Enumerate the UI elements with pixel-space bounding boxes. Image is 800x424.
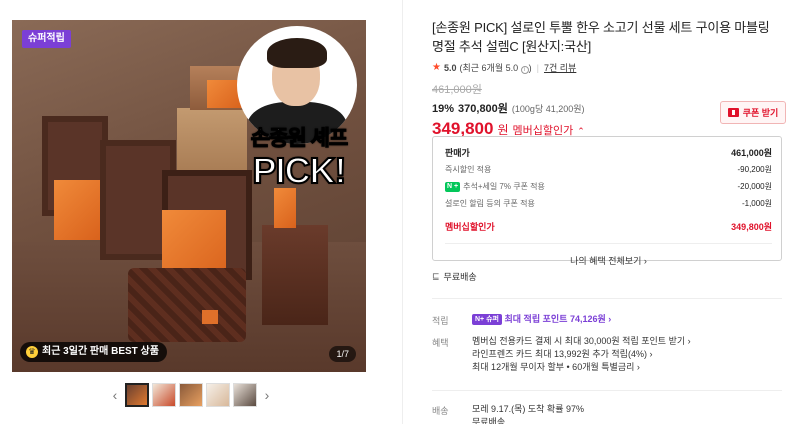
scene-wrapped-gift	[128, 268, 246, 342]
thumbnail-2[interactable]	[152, 383, 176, 407]
discount-line-value: -90,200원	[737, 165, 773, 174]
thumbnail-3[interactable]	[179, 383, 203, 407]
member-total-label: 멤버십할인가	[445, 222, 495, 232]
promo-chef-name: 손종원 셰프	[250, 127, 348, 150]
rating-detail: (최근 6개월 5.0 i)	[459, 63, 532, 74]
best-seller-text: 최근 3일간 판매 BEST 상품	[42, 346, 159, 357]
member-total-value: 349,800원	[731, 222, 772, 232]
product-image-gallery[interactable]: 손종원 셰프 PICK! 슈퍼적립 ♛ 최근 3일간 판매 BEST 상품 1/…	[12, 20, 366, 372]
benefits-list: 멤버십 전용카드 결제 시 최대 30,000원 적립 포인트 받기 › 라인프…	[472, 335, 691, 374]
discount-line-value: -20,000원	[737, 182, 773, 191]
max-points-text: 최대 적립 포인트 74,126원 ›	[504, 314, 612, 324]
discount-line-label: 즉시할인 적용	[445, 165, 492, 174]
delivery-eta: 모레 9.17.(목) 도착 확률 97%	[472, 404, 584, 414]
benefit-item[interactable]: 라인프렌즈 카드 최대 13,992원 추가 적립(4%) ›	[472, 348, 691, 361]
rating-row: ★ 5.0 (최근 6개월 5.0 i) | 7건 리뷰	[432, 61, 784, 74]
review-link[interactable]: 7건 리뷰	[544, 61, 576, 74]
thumb-next-button[interactable]: ›	[260, 387, 274, 403]
star-icon: ★	[432, 62, 441, 73]
info-icon[interactable]: i	[520, 66, 529, 74]
discount-line-label: 설로인 할림 등의 쿠폰 적용	[445, 199, 535, 208]
section-divider	[432, 390, 782, 391]
original-price: 461,000원	[432, 84, 482, 96]
scene-wood-box	[177, 108, 247, 172]
crown-icon: ♛	[26, 346, 38, 358]
thumbnail-strip: ‹ ›	[108, 382, 274, 408]
thumbnail-5[interactable]	[233, 383, 257, 407]
section-divider	[432, 298, 782, 299]
benefit-item[interactable]: 최대 12개월 무이자 할부 • 60개월 특별금리 ›	[472, 361, 691, 374]
scene-orange-box-3	[54, 180, 100, 240]
rating-score: 5.0	[443, 62, 457, 73]
discount-line-value: -1,000원	[741, 199, 772, 208]
delivery-icon: ⊑	[432, 271, 440, 281]
discount-line-label: N + 추석+세일 7% 쿠폰 적용	[445, 181, 545, 192]
delivery-fee: 무료배송	[472, 417, 506, 424]
sale-price-label: 판매가	[445, 148, 470, 158]
thumbnail-4[interactable]	[206, 383, 230, 407]
unit-price: (100g당 41,200원)	[511, 104, 585, 114]
image-counter: 1/7	[329, 346, 356, 362]
points-label: 적립	[432, 316, 449, 326]
member-total-line: 멤버십할인가 349,800원	[445, 218, 772, 235]
free-shipping-row: ⊑ 무료배송	[432, 270, 477, 283]
sale-price-value: 461,000원	[731, 148, 772, 158]
naver-plus-badge: N +	[445, 181, 461, 192]
scene-pedestal	[262, 225, 328, 325]
price-breakdown-box: 판매가 461,000원 즉시할인 적용 -90,200원 N + 추석+세일 7…	[432, 136, 782, 266]
discount-price: 370,800원	[458, 103, 508, 115]
promo-pick-label: PICK!	[252, 150, 348, 191]
view-all-benefits-button[interactable]: 나의 혜택 전체보기 ›	[445, 254, 772, 267]
chef-hair	[267, 38, 327, 68]
scene-wrap-tag	[202, 310, 218, 324]
best-seller-badge: ♛ 최근 3일간 판매 BEST 상품	[20, 342, 167, 362]
column-divider	[402, 0, 403, 424]
super-points-mini-badge: N+ 슈퍼	[472, 314, 502, 326]
coupon-button[interactable]: 쿠폰 받기	[720, 101, 786, 124]
delivery-label: 배송	[432, 406, 449, 416]
discount-line-coupon: N + 추석+세일 7% 쿠폰 적용 -20,000원	[445, 178, 772, 195]
delivery-info: 모레 9.17.(목) 도착 확률 97% 무료배송	[472, 403, 584, 424]
rating-separator: |	[536, 62, 539, 73]
super-points-badge: 슈퍼적립	[22, 30, 71, 48]
points-content[interactable]: N+ 슈퍼 최대 적립 포인트 74,126원 ›	[472, 313, 611, 326]
coupon-button-label: 쿠폰 받기	[742, 108, 779, 118]
benefit-item[interactable]: 멤버십 전용카드 결제 시 최대 30,000원 적립 포인트 받기 ›	[472, 335, 691, 348]
scene-orange-card	[274, 188, 296, 228]
discount-rate: 19%	[432, 103, 455, 115]
thumb-prev-button[interactable]: ‹	[108, 387, 122, 403]
free-shipping-label: 무료배송	[443, 272, 477, 282]
thumbnail-1[interactable]	[125, 383, 149, 407]
discount-line-instant: 즉시할인 적용 -90,200원	[445, 161, 772, 178]
benefits-label: 혜택	[432, 338, 449, 348]
sale-price-line: 판매가 461,000원	[445, 144, 772, 161]
product-title: [손종원 PICK] 설로인 투뿔 한우 소고기 선물 세트 구이용 마블링 명…	[432, 20, 770, 54]
promo-pick-text: 손종원 셰프 PICK!	[238, 127, 360, 191]
price-box-divider	[445, 243, 772, 244]
coupon-icon	[727, 108, 739, 117]
discount-line-store-coupon: 설로인 할림 등의 쿠폰 적용 -1,000원	[445, 195, 772, 212]
